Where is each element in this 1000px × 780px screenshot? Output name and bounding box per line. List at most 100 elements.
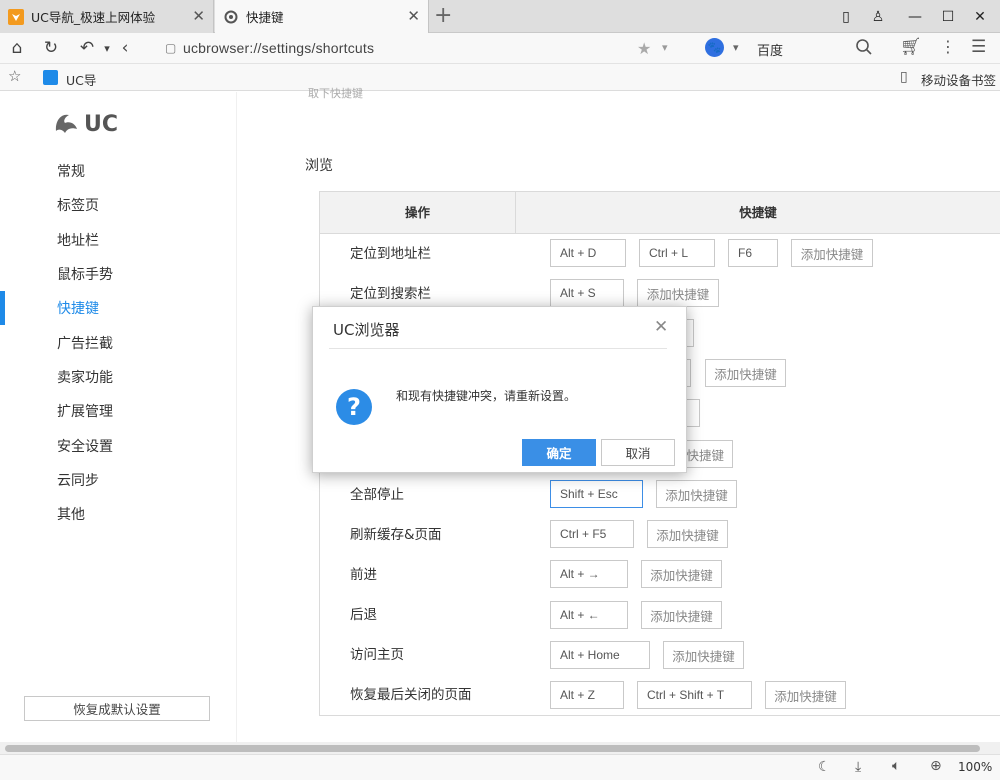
add-shortcut-button[interactable]: 添加快捷键	[647, 520, 728, 548]
close-icon[interactable]: ✕	[654, 317, 668, 337]
search-engine-label[interactable]: 百度	[757, 40, 783, 59]
settings-gear-icon	[223, 9, 239, 25]
dialog-divider	[329, 348, 667, 349]
shortcut-key-field[interactable]: F6	[728, 239, 778, 267]
table-header: 操作 快捷键	[320, 192, 1000, 234]
bookmarks-bar: ☆ UC导 ▯ 移动设备书签	[0, 64, 1000, 91]
add-shortcut-button[interactable]: 添加快捷键	[705, 359, 786, 387]
page-info-icon[interactable]: ▢	[165, 41, 176, 55]
table-row-label: 恢复最后关闭的页面	[350, 687, 472, 703]
table-row-label: 前进	[350, 567, 377, 583]
add-shortcut-button[interactable]: 添加快捷键	[765, 681, 846, 709]
undo-close-icon[interactable]: ↶	[76, 37, 98, 59]
add-shortcut-button[interactable]: 添加快捷键	[656, 480, 737, 508]
shortcut-key-field[interactable]: Alt + Home	[550, 641, 650, 669]
dialog-message: 和现有快捷键冲突，请重新设置。	[396, 389, 577, 403]
cursor-icon	[43, 70, 58, 85]
add-shortcut-button[interactable]: 添加快捷键	[791, 239, 873, 267]
shortcut-key-field[interactable]: Alt + →	[550, 560, 628, 588]
bookmark-star-icon[interactable]: ★	[637, 39, 651, 58]
settings-sidebar	[0, 92, 237, 742]
search-icon[interactable]	[855, 38, 873, 60]
bookmark-item[interactable]: UC导	[66, 70, 96, 89]
back-icon[interactable]: ‹	[114, 37, 136, 59]
close-icon[interactable]: ✕	[407, 7, 420, 25]
cancel-button[interactable]: 取消	[601, 439, 675, 466]
add-shortcut-button[interactable]: 添加快捷键	[641, 560, 722, 588]
reset-defaults-button[interactable]: 恢复成默认设置	[24, 696, 210, 721]
scrollbar-thumb[interactable]	[5, 745, 980, 752]
download-icon[interactable]: ⤓	[855, 759, 861, 775]
table-row-label: 刷新缓存&页面	[350, 527, 442, 543]
night-mode-icon[interactable]: ☾	[818, 759, 831, 775]
sidebar-item-other[interactable]: 其他	[57, 504, 85, 526]
home-icon[interactable]: ⌂	[6, 37, 28, 59]
sidebar-item-cloud-sync[interactable]: 云同步	[57, 470, 99, 492]
minimize-icon[interactable]: —	[903, 6, 927, 28]
zoom-level[interactable]: 100%	[958, 760, 992, 774]
header-shortcut: 快捷键	[739, 205, 777, 220]
dialog-title: UC浏览器	[333, 321, 400, 339]
table-row-label: 全部停止	[350, 487, 404, 503]
cart-icon[interactable]: 🛒︎	[900, 37, 922, 57]
sidebar-item-ad-block[interactable]: 广告拦截	[57, 333, 113, 355]
partial-heading: 取下快捷键	[308, 87, 363, 100]
mobile-bookmarks-link[interactable]: 移动设备书签	[921, 70, 996, 89]
tab-shortcuts[interactable]: 快捷键 ✕	[215, 0, 429, 33]
mobile-device-icon: ▯	[900, 69, 908, 85]
new-tab-icon[interactable]: +	[434, 3, 452, 28]
shortcut-key-field[interactable]: Ctrl + Shift + T	[637, 681, 752, 709]
zoom-in-icon[interactable]: ⊕	[930, 758, 942, 774]
tab-list-icon[interactable]: ▯	[834, 6, 858, 28]
sidebar-item-shortcuts[interactable]: 快捷键	[57, 298, 99, 320]
url-field[interactable]: ucbrowser://settings/shortcuts	[183, 40, 374, 56]
table-row-label: 后退	[350, 607, 377, 623]
shortcut-key-field[interactable]: Alt + Z	[550, 681, 624, 709]
sidebar-item-security[interactable]: 安全设置	[57, 436, 113, 458]
shortcut-key-field[interactable]: Ctrl + L	[639, 239, 715, 267]
shortcut-key-field[interactable]: Ctrl + F5	[550, 520, 634, 548]
refresh-icon[interactable]: ↻	[40, 37, 62, 59]
shortcut-key-field[interactable]: Alt + S	[550, 279, 624, 307]
sidebar-item-mouse-gestures[interactable]: 鼠标手势	[57, 264, 113, 286]
sidebar-item-extensions[interactable]: 扩展管理	[57, 401, 113, 423]
confirm-button[interactable]: 确定	[522, 439, 596, 466]
hamburger-menu-icon[interactable]: ☰	[971, 37, 986, 57]
more-menu-icon[interactable]: ⋮	[940, 37, 956, 56]
skin-icon[interactable]: ♙	[866, 6, 890, 28]
window-close-icon[interactable]: ✕	[968, 6, 992, 28]
section-title: 浏览	[305, 158, 333, 174]
table-row-label: 访问主页	[350, 647, 404, 663]
sidebar-item-seller-tools[interactable]: 卖家功能	[57, 367, 113, 389]
tab-bar: UC导航_极速上网体验 ✕ 快捷键 ✕ + ▯ ♙ — ☐ ✕	[0, 0, 1000, 33]
tab-title: 快捷键	[246, 10, 284, 25]
header-action: 操作	[320, 192, 516, 234]
shortcut-key-field[interactable]: Alt + ←	[550, 601, 628, 629]
conflict-dialog: UC浏览器 ✕ ? 和现有快捷键冲突，请重新设置。 确定 取消	[312, 306, 687, 473]
status-bar: ☾ ⤓ 🔈︎ ⊕	[0, 754, 1000, 780]
table-row-label: 定位到搜索栏	[350, 286, 431, 302]
question-icon: ?	[336, 389, 372, 425]
add-shortcut-button[interactable]: 添加快捷键	[641, 601, 722, 629]
uc-logo-icon	[53, 109, 81, 139]
sidebar-item-general[interactable]: 常规	[57, 161, 85, 183]
baidu-paw-icon[interactable]: 🐾	[705, 38, 724, 57]
shortcut-key-field[interactable]: Alt + D	[550, 239, 626, 267]
shortcut-key-field[interactable]: Shift + Esc	[550, 480, 643, 508]
tab-uc-navigation[interactable]: UC导航_极速上网体验 ✕	[0, 0, 214, 33]
chevron-down-icon[interactable]: ▾	[662, 41, 668, 54]
add-shortcut-button[interactable]: 添加快捷键	[663, 641, 744, 669]
address-bar: ⌂ ↻ ↶ ▾ ‹ ▢ ucbrowser://settings/shortcu…	[0, 33, 1000, 64]
chevron-down-icon[interactable]: ▾	[733, 41, 739, 54]
add-shortcut-button[interactable]: 添加快捷键	[637, 279, 719, 307]
table-row-label: 定位到地址栏	[350, 246, 431, 262]
sidebar-item-address-bar[interactable]: 地址栏	[57, 230, 99, 252]
close-icon[interactable]: ✕	[192, 7, 205, 25]
volume-icon[interactable]: 🔈︎	[892, 758, 900, 774]
active-indicator	[0, 291, 5, 325]
sidebar-item-tabs[interactable]: 标签页	[57, 195, 99, 217]
maximize-icon[interactable]: ☐	[936, 6, 960, 28]
star-icon[interactable]: ☆	[8, 67, 21, 85]
uc-logo-text: UC	[84, 112, 119, 137]
tab-title: UC导航_极速上网体验	[31, 10, 156, 25]
